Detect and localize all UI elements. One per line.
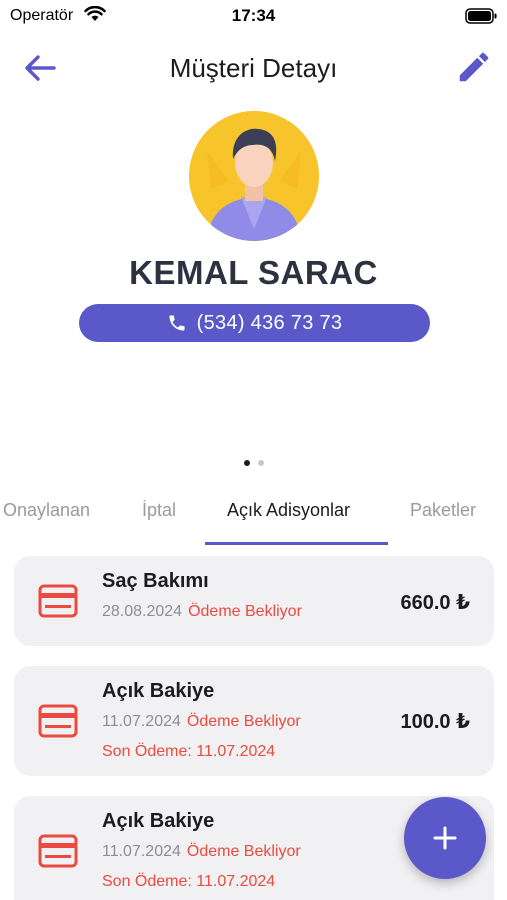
tab-bar: Onaylanan İptal Açık Adisyonlar Paketler <box>0 492 507 546</box>
card-title: Saç Bakımı <box>102 570 209 592</box>
page-dot-1[interactable] <box>243 460 250 466</box>
plus-icon <box>433 826 457 850</box>
card-due-date: Son Ödeme: 11.07.2024 <box>102 743 276 760</box>
card-status: Ödeme Bekliyor <box>186 843 301 860</box>
card-status: Ödeme Bekliyor <box>186 713 301 730</box>
credit-card-icon <box>38 584 78 618</box>
status-time: 17:34 <box>231 6 276 25</box>
page-title: Müşteri Detayı <box>169 53 338 83</box>
pencil-icon <box>459 52 489 82</box>
customer-name: KEMAL SARAC <box>129 254 378 291</box>
card-status: Ödeme Bekliyor <box>188 603 302 620</box>
tab-onaylanan[interactable]: Onaylanan <box>3 500 90 521</box>
nav-bar: Müşteri Detayı <box>0 40 507 96</box>
phone-button[interactable]: (534) 436 73 73 <box>79 304 430 342</box>
card-date: 11.07.2024 <box>102 713 181 730</box>
card-meta: 11.07.2024 Ödeme Bekliyor <box>102 713 301 731</box>
credit-card-icon <box>38 834 78 868</box>
credit-card-icon <box>38 704 78 738</box>
tab-iptal[interactable]: İptal <box>142 500 176 521</box>
tab-paketler[interactable]: Paketler <box>410 500 476 521</box>
card-title: Açık Bakiye <box>102 810 215 832</box>
page-dot-2[interactable] <box>257 460 264 466</box>
page-indicator[interactable] <box>0 460 507 466</box>
card-meta: 11.07.2024 Ödeme Bekliyor <box>102 843 301 861</box>
card-amount: 100.0 ₺ <box>400 711 470 733</box>
card-amount: 660.0 ₺ <box>400 592 470 614</box>
card-date: 11.07.2024 <box>102 843 181 860</box>
avatar <box>189 111 319 241</box>
card-date: 28.08.2024 <box>102 603 183 620</box>
card-title: Açık Bakiye <box>102 680 215 702</box>
invoice-card[interactable]: Açık Bakiye 11.07.2024 Ödeme Bekliyor Son… <box>14 666 494 776</box>
battery-icon <box>465 8 497 29</box>
phone-number: (534) 436 73 73 <box>196 311 343 334</box>
phone-icon <box>169 315 185 331</box>
status-bar: Operatör 17:34 <box>0 0 507 32</box>
card-due-date: Son Ödeme: 11.07.2024 <box>102 873 276 890</box>
invoice-card[interactable]: Saç Bakımı 28.08.2024 Ödeme Bekliyor 660.… <box>14 556 494 646</box>
tab-acik-adisyonlar[interactable]: Açık Adisyonlar <box>227 500 350 521</box>
card-meta: 28.08.2024 Ödeme Bekliyor <box>102 603 302 621</box>
active-tab-indicator <box>205 542 388 545</box>
add-button[interactable] <box>404 797 486 879</box>
edit-button[interactable] <box>451 44 497 90</box>
person-avatar-icon <box>189 111 319 241</box>
